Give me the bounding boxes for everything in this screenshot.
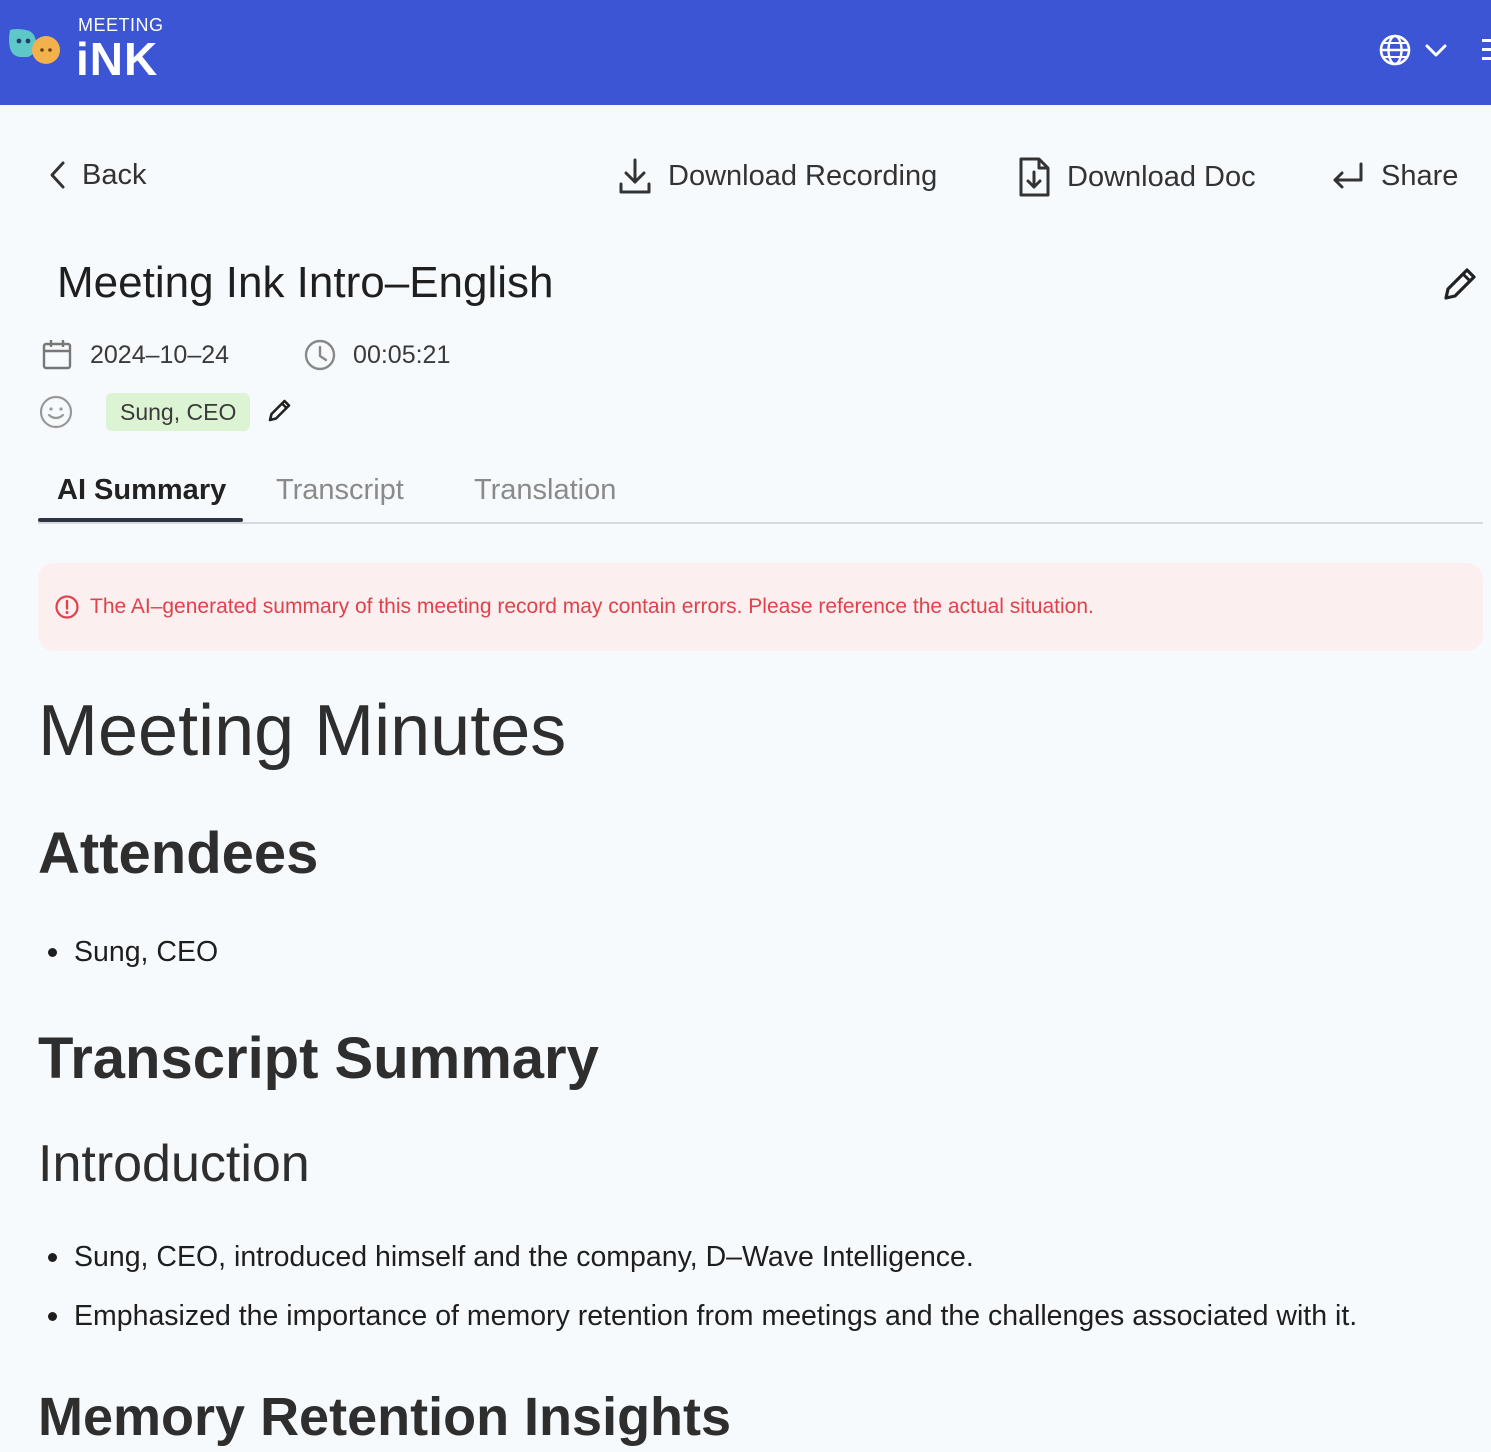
pencil-icon	[269, 399, 291, 421]
top-navigation-bar: MEETING iNK	[0, 0, 1491, 105]
list-item: Sung, CEO, introduced himself and the co…	[48, 1241, 974, 1274]
tab-transcript[interactable]: Transcript	[276, 474, 404, 507]
meeting-date: 2024–10–24	[90, 340, 230, 369]
download-doc-button[interactable]: Download Doc	[1014, 156, 1256, 198]
minutes-heading: Meeting Minutes	[38, 691, 567, 771]
attendee-name: Sung, CEO	[74, 936, 219, 968]
download-recording-label: Download Recording	[668, 159, 938, 192]
smiley-face-icon	[39, 395, 73, 429]
back-button[interactable]: Back	[44, 158, 146, 192]
hamburger-menu-button[interactable]	[1478, 36, 1491, 64]
transcript-summary-heading: Transcript Summary	[38, 1026, 599, 1091]
chevron-left-icon	[50, 161, 65, 189]
meeting-meta: 2024–10–24 00:05:21	[40, 338, 450, 372]
ai-warning-banner: The AI–generated summary of this meeting…	[38, 563, 1483, 651]
bullet-dot	[48, 1253, 57, 1262]
logo-main-text: iNK	[76, 33, 159, 85]
share-label: Share	[1381, 159, 1459, 192]
introduction-heading: Introduction	[38, 1135, 310, 1193]
bullet-dot	[48, 948, 57, 957]
download-icon	[619, 158, 651, 194]
tab-translation[interactable]: Translation	[474, 474, 616, 507]
edit-title-button[interactable]	[1440, 264, 1480, 309]
action-bar: Back Download Recording Download Doc Sha…	[0, 152, 1491, 202]
calendar-icon	[42, 340, 72, 370]
edit-speakers-button[interactable]	[266, 396, 294, 429]
memory-retention-heading: Memory Retention Insights	[38, 1387, 732, 1447]
speaker-row: Sung, CEO	[38, 393, 294, 431]
speaker-tag[interactable]: Sung, CEO	[106, 393, 251, 431]
introduction-point: Emphasized the importance of memory rete…	[74, 1300, 1358, 1332]
document-download-icon	[1019, 157, 1050, 197]
bullet-dot	[48, 1312, 57, 1321]
download-doc-label: Download Doc	[1067, 160, 1256, 193]
warning-text: The AI–generated summary of this meeting…	[90, 595, 1094, 618]
mascot-icon	[9, 29, 60, 64]
meeting-title: Meeting Ink Intro–English	[57, 258, 554, 307]
introduction-point: Sung, CEO, introduced himself and the co…	[74, 1241, 974, 1273]
attendees-heading: Attendees	[38, 821, 319, 886]
chevron-down-icon	[1425, 44, 1447, 57]
hamburger-icon	[1482, 39, 1491, 60]
back-label: Back	[82, 158, 147, 191]
share-button[interactable]: Share	[1327, 158, 1458, 194]
warning-circle-icon	[55, 595, 79, 619]
globe-icon	[1379, 34, 1411, 66]
content-tabs: AI Summary Transcript Translation	[38, 468, 1483, 524]
download-recording-button[interactable]: Download Recording	[615, 156, 937, 196]
language-selector[interactable]	[1376, 30, 1452, 70]
list-item: Sung, CEO	[48, 936, 218, 969]
meeting-ink-logo[interactable]: MEETING iNK	[6, 14, 166, 85]
tab-ai-summary[interactable]: AI Summary	[57, 474, 226, 507]
clock-icon	[304, 339, 336, 371]
list-item: Emphasized the importance of memory rete…	[48, 1300, 1357, 1333]
active-tab-indicator	[38, 518, 243, 522]
meeting-duration: 00:05:21	[353, 340, 451, 369]
return-arrow-icon	[1333, 162, 1363, 189]
pencil-icon	[1444, 268, 1476, 300]
